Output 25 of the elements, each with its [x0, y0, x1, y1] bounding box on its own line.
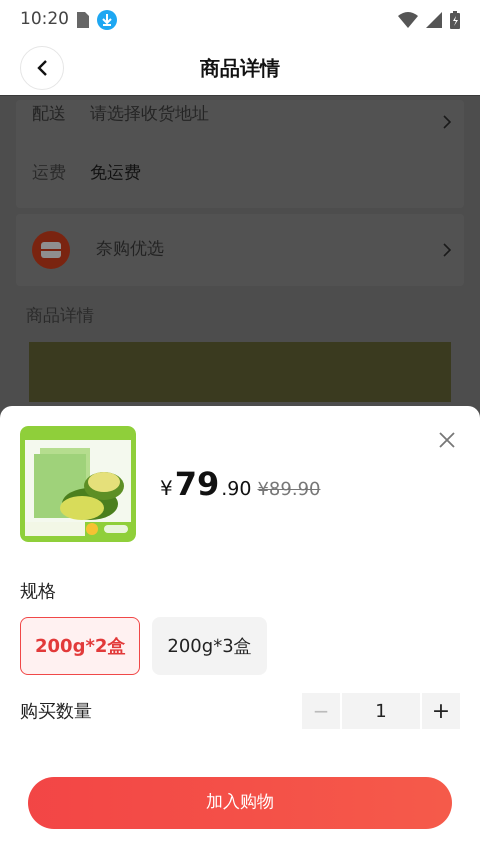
spec-option[interactable]: 200g*3盒 — [152, 617, 267, 675]
shop-logo-icon — [32, 231, 70, 269]
spec-option[interactable]: 200g*2盒 — [20, 617, 140, 675]
price-decimal: .90 — [221, 477, 252, 502]
chevron-right-icon — [442, 114, 452, 130]
add-to-cart-button[interactable]: 加入购物 — [28, 777, 452, 829]
battery-icon — [450, 11, 460, 29]
back-button[interactable] — [20, 46, 64, 90]
quantity-label: 购买数量 — [20, 700, 93, 724]
wifi-icon — [398, 12, 418, 28]
status-time: 10:20 — [20, 8, 69, 32]
increase-button[interactable]: + — [422, 693, 460, 729]
signal-icon — [426, 12, 442, 28]
download-icon — [97, 10, 117, 30]
back-icon — [36, 58, 48, 76]
quantity-field[interactable]: 1 — [342, 693, 420, 729]
shipping-value: 免运费 — [90, 162, 141, 186]
sim-card-icon — [77, 12, 89, 28]
price-integer: 79 — [174, 464, 220, 505]
original-price: ¥89.90 — [257, 478, 320, 502]
close-icon — [439, 432, 455, 448]
page-title: 商品详情 — [200, 54, 280, 82]
chevron-right-icon — [442, 242, 452, 258]
spec-label: 规格 — [20, 580, 57, 604]
price-symbol: ¥ — [160, 475, 173, 502]
